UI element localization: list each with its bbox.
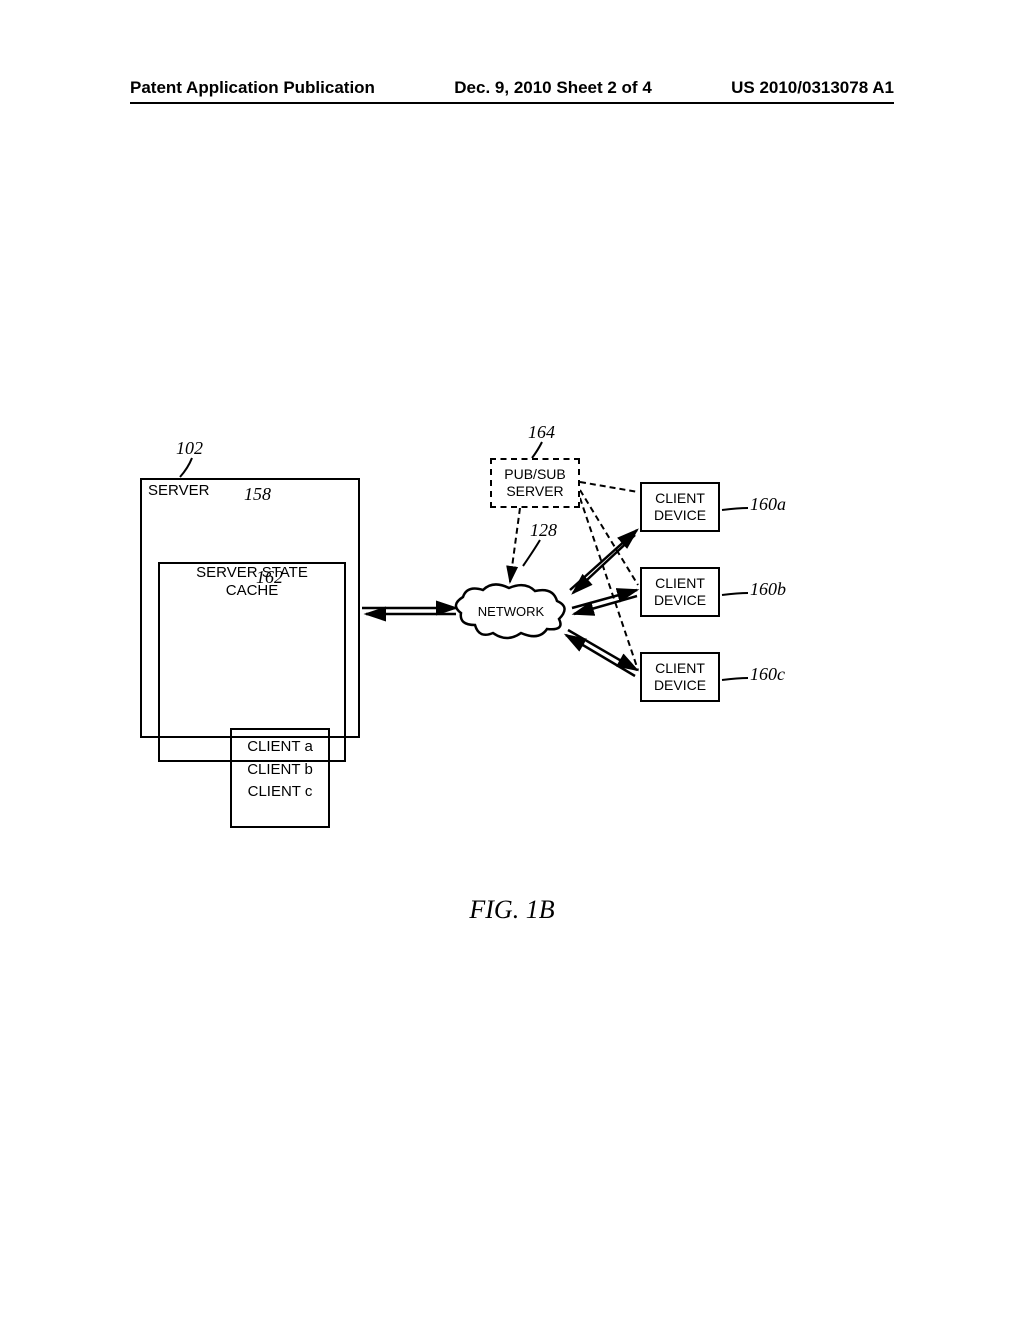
ref-160a: 160a <box>750 494 786 515</box>
ref-102: 102 <box>176 438 203 459</box>
header-rule <box>130 102 894 104</box>
server-label: SERVER <box>148 482 209 500</box>
client-device-a: CLIENTDEVICE <box>640 482 720 532</box>
ref-164: 164 <box>528 422 555 443</box>
header-right: US 2010/0313078 A1 <box>731 78 894 98</box>
ref-160c: 160c <box>750 664 785 685</box>
ref-158: 158 <box>244 484 271 505</box>
client-a-entry: CLIENT a <box>232 736 328 759</box>
client-device-label-c: CLIENTDEVICE <box>654 660 706 694</box>
ref-160b: 160b <box>750 579 786 600</box>
client-device-b: CLIENTDEVICE <box>640 567 720 617</box>
ref-162: 162 <box>256 567 283 588</box>
clients-box: CLIENT a CLIENT b CLIENT c <box>230 728 330 828</box>
header-center: Dec. 9, 2010 Sheet 2 of 4 <box>454 78 652 98</box>
client-c-entry: CLIENT c <box>232 781 328 804</box>
client-device-c: CLIENTDEVICE <box>640 652 720 702</box>
header-left: Patent Application Publication <box>130 78 375 98</box>
server-box: SERVER SERVER STATECACHE CLIENT a CLIENT… <box>140 478 360 738</box>
cache-label: SERVER STATECACHE <box>196 564 308 599</box>
ref-128: 128 <box>530 520 557 541</box>
pubsub-label: PUB/SUBSERVER <box>504 466 565 500</box>
network-cloud: NETWORK <box>453 583 569 641</box>
client-device-label-a: CLIENTDEVICE <box>654 490 706 524</box>
figure-caption: FIG. 1B <box>0 895 1024 925</box>
client-b-entry: CLIENT b <box>232 759 328 782</box>
diagram: SERVER SERVER STATECACHE CLIENT a CLIENT… <box>140 430 900 800</box>
client-device-label-b: CLIENTDEVICE <box>654 575 706 609</box>
pubsub-box: PUB/SUBSERVER <box>490 458 580 508</box>
cache-box: SERVER STATECACHE CLIENT a CLIENT b CLIE… <box>158 562 346 762</box>
network-label: NETWORK <box>478 604 545 619</box>
